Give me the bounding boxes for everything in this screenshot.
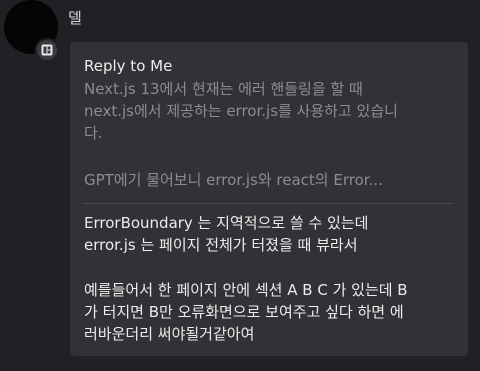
- quoted-text-line: next.js에서 제공하는 error.js를 사용하고 있습니: [84, 102, 398, 120]
- message-text-line: 러바운더리 써야될거같아여: [84, 325, 255, 343]
- message-bubble[interactable]: Reply to Me Next.js 13에서 현재는 에러 핸들링을 할 때…: [70, 42, 468, 356]
- reply-divider: [84, 203, 454, 204]
- sender-name[interactable]: 델: [68, 9, 82, 27]
- chat-view: 델 Reply to Me Next.js 13에서 현재는 에러 핸들링을 할…: [0, 0, 480, 371]
- app-badge-icon: [35, 38, 59, 62]
- app-badge-glyph: [41, 44, 53, 56]
- message-text-line: 가 터지면 B만 오류화면으로 보여주고 싶다 하면 에: [84, 303, 404, 321]
- quoted-text-line: GPT에기 물어보니 error.js와 react의 Error...: [84, 171, 383, 189]
- reply-title[interactable]: Reply to Me: [84, 56, 172, 76]
- message-text-line: 예를들어서 한 페이지 안에 섹션 A B C 가 있는데 B: [84, 281, 408, 299]
- message-text-line: error.js 는 페이지 전체가 터졌을 때 뷰라서: [84, 236, 358, 254]
- message-text-line: ErrorBoundary 는 지역적으로 쓸 수 있는데: [84, 214, 369, 232]
- quoted-text-line: 다.: [84, 124, 103, 142]
- quoted-text-line: Next.js 13에서 현재는 에러 핸들링을 할 때: [84, 80, 363, 98]
